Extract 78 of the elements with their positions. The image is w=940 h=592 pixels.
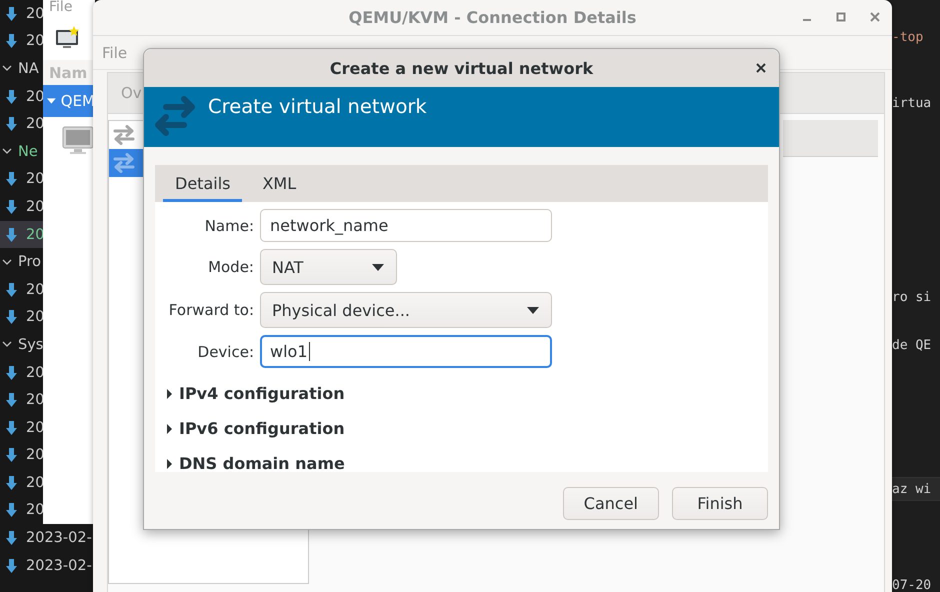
triangle-icon xyxy=(166,458,174,468)
tree-item-label[interactable]: 20 xyxy=(26,309,44,326)
code-text: de QE xyxy=(892,338,932,352)
field-label: Device: xyxy=(196,342,254,360)
code-text: az wi xyxy=(892,482,932,496)
network-arrows-icon xyxy=(112,153,136,173)
tree-item-label[interactable]: 20 xyxy=(26,6,44,22)
code-text: -top xyxy=(892,30,924,44)
tree-group-label[interactable]: NA xyxy=(18,60,39,77)
maximize-icon[interactable] xyxy=(836,12,846,22)
down-arrow-icon xyxy=(6,282,17,297)
tree-item-label[interactable]: 20 xyxy=(26,171,44,188)
triangle-icon xyxy=(166,424,174,434)
code-text: irtua xyxy=(892,96,932,110)
expander[interactable]: IPv6 configuration xyxy=(166,411,768,446)
tree-item-label[interactable]: 20 xyxy=(26,392,44,408)
down-arrow-icon xyxy=(6,310,17,324)
monitor-icon xyxy=(62,126,94,156)
chevron-icon[interactable] xyxy=(2,341,12,348)
dropdown[interactable]: NAT xyxy=(260,249,397,285)
down-arrow-icon xyxy=(6,172,17,186)
close-icon[interactable] xyxy=(756,63,766,73)
tree-item-label[interactable]: 20 xyxy=(26,364,44,381)
network-arrows-icon xyxy=(112,125,136,145)
field-label: Forward to: xyxy=(168,301,254,319)
tab[interactable]: XML xyxy=(250,168,308,202)
down-arrow-icon xyxy=(6,6,17,21)
tree-group-label[interactable]: Pro xyxy=(18,254,42,270)
code-text: 07-20 xyxy=(892,578,932,592)
expander[interactable]: IPv4 configuration xyxy=(166,376,768,411)
chevron-icon[interactable] xyxy=(2,65,12,72)
tree-item-label[interactable]: 2023-02- xyxy=(26,558,92,574)
tree-item-label[interactable]: 20 xyxy=(26,282,44,298)
down-arrow-icon xyxy=(6,393,17,408)
down-arrow-icon xyxy=(6,558,17,573)
dialog-title: Create a new virtual network xyxy=(330,58,594,78)
down-arrow-icon xyxy=(6,90,17,104)
down-arrow-icon xyxy=(6,476,17,490)
dialog-button[interactable]: Finish xyxy=(672,487,768,520)
connection-row[interactable]: QEM xyxy=(43,85,95,117)
tree-item-label[interactable]: 20 xyxy=(26,502,44,518)
triangle-icon xyxy=(47,97,56,105)
field-label: Mode: xyxy=(207,258,254,276)
code-text: ro si xyxy=(892,290,932,304)
down-arrow-icon xyxy=(6,448,17,462)
chevron-icon[interactable] xyxy=(2,258,12,266)
chevron-icon[interactable] xyxy=(2,148,12,156)
tree-item-label[interactable]: 20 xyxy=(26,474,44,491)
dropdown[interactable]: Physical device... xyxy=(260,292,552,328)
dialog-button[interactable]: Cancel xyxy=(562,487,659,520)
text-field[interactable]: network_name xyxy=(260,209,552,242)
down-arrow-icon xyxy=(6,420,17,435)
tree-item-label[interactable]: 20 xyxy=(26,447,44,464)
monitor-star-icon[interactable] xyxy=(55,26,81,50)
tree-item-label[interactable]: 20 xyxy=(26,116,44,132)
down-arrow-icon xyxy=(6,503,17,518)
tree-item-label[interactable]: 20 xyxy=(26,198,44,215)
down-arrow-icon xyxy=(6,117,17,132)
header-title: Create virtual network xyxy=(208,95,427,118)
down-arrow-icon xyxy=(6,200,17,214)
tree-item-label[interactable]: 20 xyxy=(26,420,44,436)
tree-group-label[interactable]: Ne xyxy=(18,144,38,160)
tree-item-label[interactable]: 20 xyxy=(26,33,44,50)
window-title: QEMU/KVM - Connection Details xyxy=(348,8,636,27)
down-arrow-icon xyxy=(6,531,17,546)
text-field[interactable]: wlo1 xyxy=(260,335,552,368)
tree-group-label[interactable]: Sys xyxy=(18,336,44,353)
tree-item-label[interactable]: 2023-02- xyxy=(26,530,92,546)
field-label: Name: xyxy=(204,216,254,234)
tree-item-label[interactable]: 20 xyxy=(26,88,44,105)
caret-icon xyxy=(527,306,539,314)
down-arrow-icon xyxy=(6,366,17,380)
tree-item-label[interactable]: 20 xyxy=(26,226,44,243)
down-arrow-icon xyxy=(6,228,17,242)
caret-icon xyxy=(372,264,384,270)
down-arrow-icon xyxy=(6,34,17,48)
triangle-icon xyxy=(166,388,174,398)
expander[interactable]: DNS domain name xyxy=(166,446,768,472)
